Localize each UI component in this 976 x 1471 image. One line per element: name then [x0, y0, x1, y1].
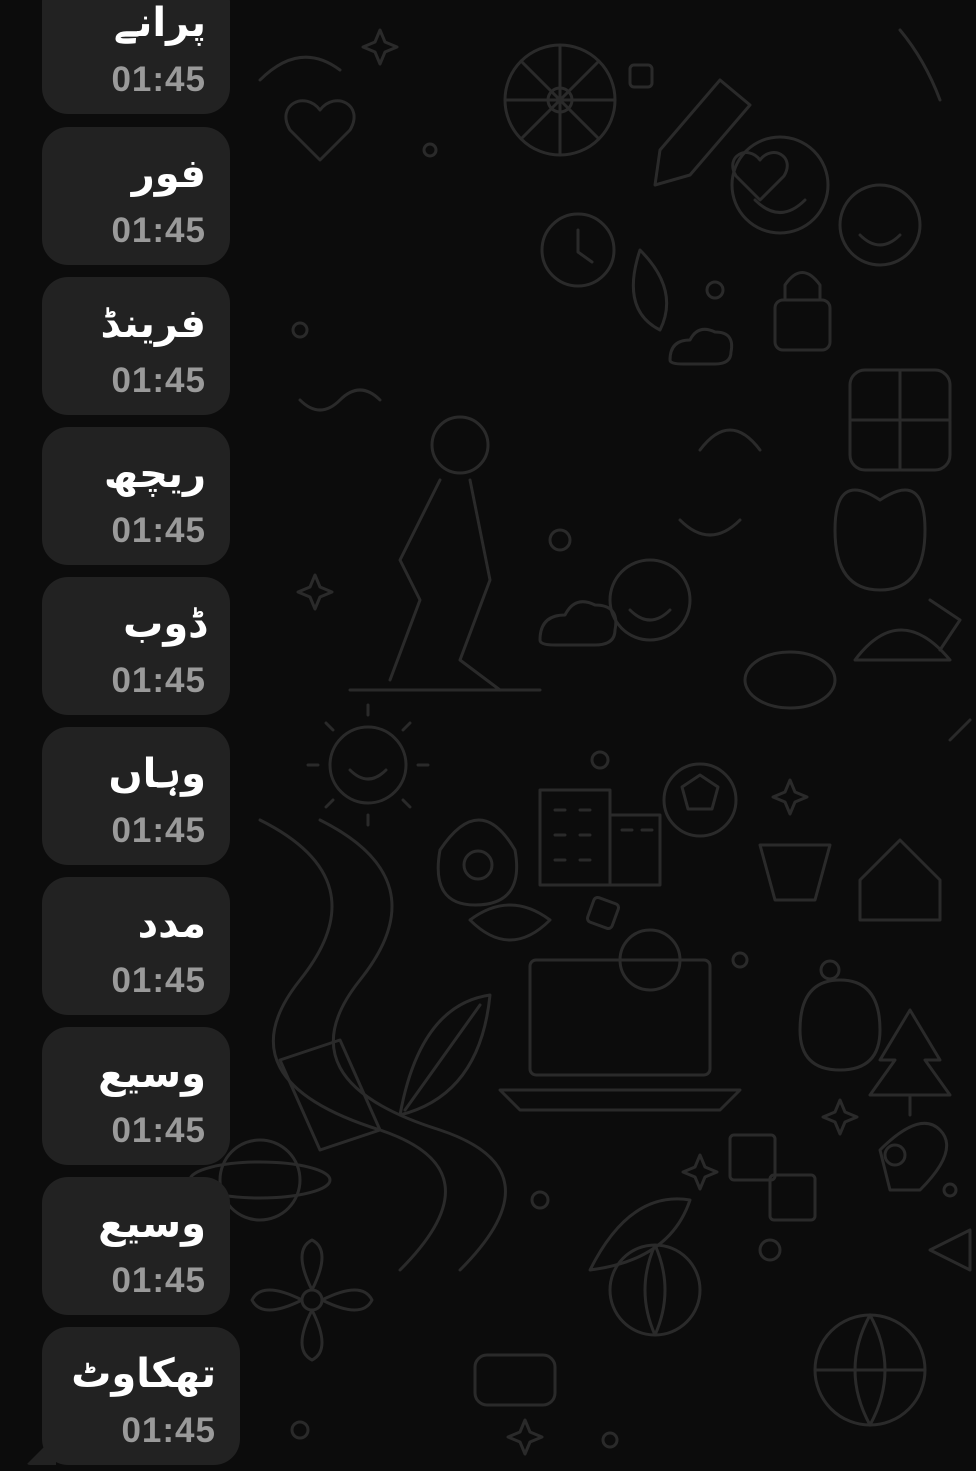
message-bubble[interactable]: وہاں 01:45	[42, 727, 230, 865]
message-text: ریچھ	[103, 451, 206, 497]
message-text: مدد	[137, 901, 206, 947]
message-text: فرینڈ	[100, 301, 206, 347]
message-timestamp: 01:45	[121, 1411, 216, 1450]
message-text: فور	[131, 151, 206, 197]
message-bubble[interactable]: فرینڈ 01:45	[42, 277, 230, 415]
message-text: وہاں	[108, 751, 206, 797]
message-bubble[interactable]: ڈوب 01:45	[42, 577, 230, 715]
message-timestamp: 01:45	[111, 60, 206, 99]
message-bubble[interactable]: فور 01:45	[42, 127, 230, 265]
message-bubble[interactable]: پرانے 01:45	[42, 0, 230, 114]
message-bubble[interactable]: ریچھ 01:45	[42, 427, 230, 565]
message-timestamp: 01:45	[111, 811, 206, 850]
message-timestamp: 01:45	[111, 511, 206, 550]
message-text: وسیع	[98, 1201, 206, 1247]
message-text: ڈوب	[123, 601, 206, 647]
message-timestamp: 01:45	[111, 211, 206, 250]
message-bubble-last[interactable]: تھکاوٹ 01:45	[42, 1327, 240, 1465]
message-bubble[interactable]: وسیع 01:45	[42, 1177, 230, 1315]
chat-area[interactable]: پرانے 01:45 فور 01:45 فرینڈ 01:45 ریچھ 0…	[0, 0, 976, 1471]
message-timestamp: 01:45	[111, 661, 206, 700]
message-timestamp: 01:45	[111, 1111, 206, 1150]
message-text: تھکاوٹ	[71, 1351, 216, 1397]
message-timestamp: 01:45	[111, 1261, 206, 1300]
message-timestamp: 01:45	[111, 961, 206, 1000]
message-bubble[interactable]: وسیع 01:45	[42, 1027, 230, 1165]
message-bubble[interactable]: مدد 01:45	[42, 877, 230, 1015]
message-text: وسیع	[98, 1051, 206, 1097]
message-timestamp: 01:45	[111, 361, 206, 400]
message-text: پرانے	[113, 0, 206, 46]
